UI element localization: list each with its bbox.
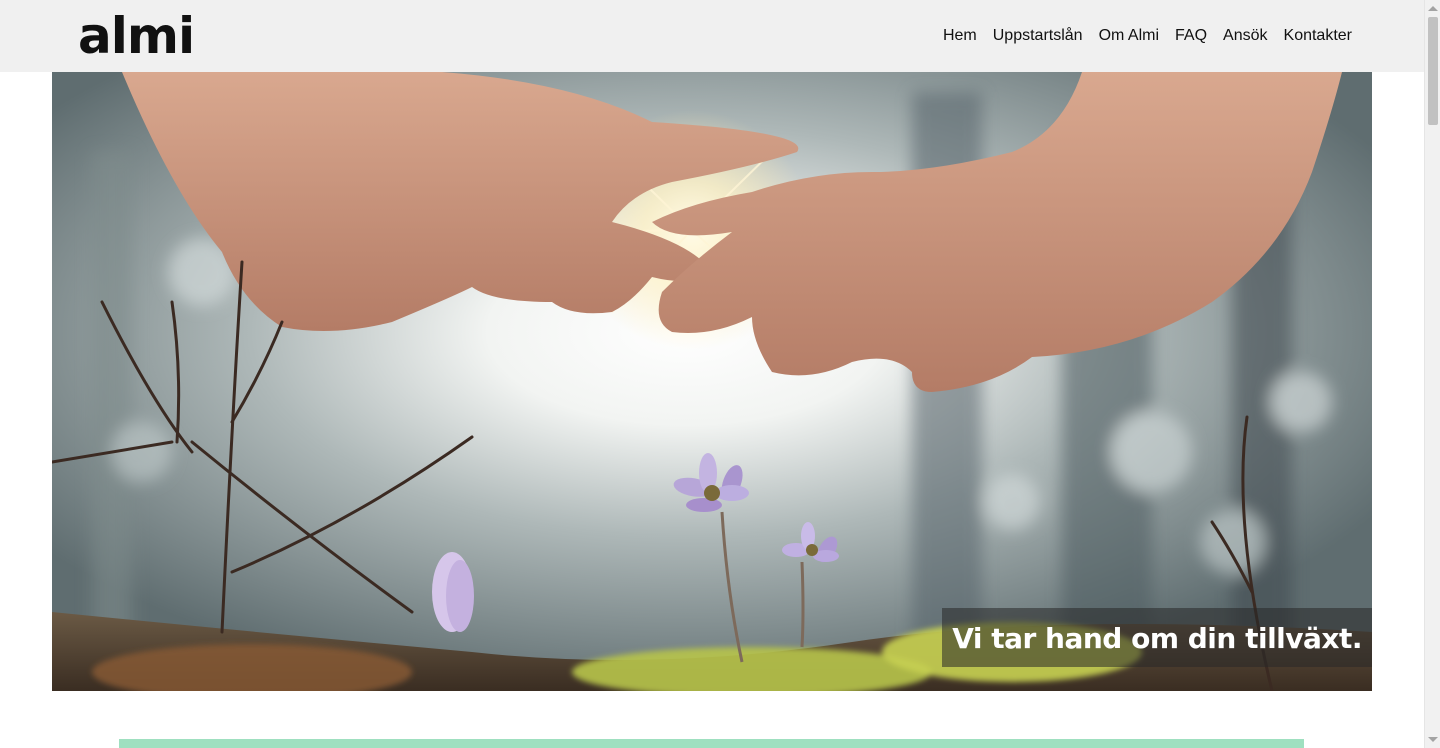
scroll-down-arrow-icon[interactable] (1428, 737, 1438, 742)
scroll-thumb[interactable] (1428, 17, 1438, 125)
hero-image (52, 72, 1372, 691)
main-nav: Hem Uppstartslån Om Almi FAQ Ansök Konta… (943, 27, 1352, 45)
content-banner (119, 739, 1304, 748)
scrollbar[interactable] (1424, 0, 1440, 748)
nav-item-uppstartslan[interactable]: Uppstartslån (993, 27, 1083, 45)
nav-item-hem[interactable]: Hem (943, 27, 977, 45)
nav-item-om-almi[interactable]: Om Almi (1099, 27, 1159, 45)
site-header: almi Hem Uppstartslån Om Almi FAQ Ansök … (0, 0, 1424, 72)
nav-item-faq[interactable]: FAQ (1175, 27, 1207, 45)
nav-item-kontakter[interactable]: Kontakter (1284, 27, 1352, 45)
scroll-up-arrow-icon[interactable] (1428, 6, 1438, 11)
hero-banner: Vi tar hand om din tillväxt. (52, 72, 1372, 691)
nav-item-ansok[interactable]: Ansök (1223, 27, 1267, 45)
almi-logo[interactable]: almi (78, 8, 195, 64)
hero-tagline: Vi tar hand om din tillväxt. (942, 608, 1372, 667)
